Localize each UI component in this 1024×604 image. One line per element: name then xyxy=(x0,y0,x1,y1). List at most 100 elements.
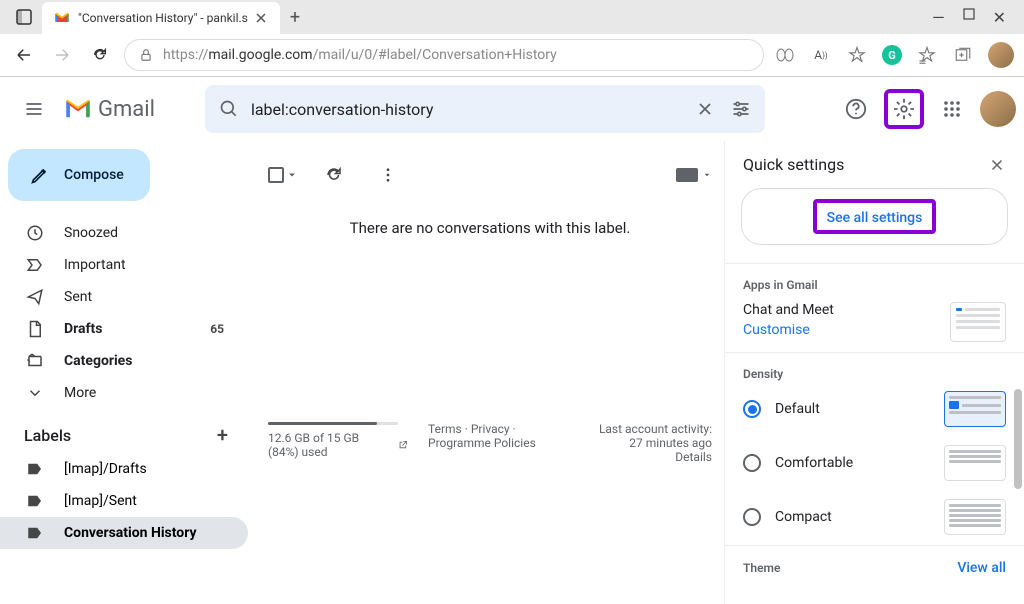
quick-settings-panel: Quick settings See all settings Apps in … xyxy=(724,141,1024,604)
compose-button[interactable]: Compose xyxy=(8,149,150,201)
density-section-title: Density xyxy=(743,367,1006,381)
close-window-icon[interactable]: ✕ xyxy=(993,8,1006,27)
collections-icon[interactable] xyxy=(952,44,974,66)
refresh-button[interactable] xyxy=(86,41,114,69)
window-controls: — ✕ xyxy=(932,8,1018,27)
density-default[interactable]: Default xyxy=(743,391,1006,427)
mail-toolbar xyxy=(260,153,720,205)
gmail-logo-icon xyxy=(64,98,92,120)
keyboard-icon xyxy=(676,168,698,182)
sidebar-toggle-icon[interactable] xyxy=(14,7,34,27)
browser-tab[interactable]: "Conversation History" - pankil.s xyxy=(42,2,280,34)
see-all-settings-button[interactable]: See all settings xyxy=(741,188,1008,245)
quick-settings-header: Quick settings xyxy=(725,155,1024,188)
quick-settings-title: Quick settings xyxy=(743,155,844,174)
address-bar: https://mail.google.com/mail/u/0/#label/… xyxy=(0,34,1024,76)
gmail-body: Compose Snoozed Important Sent Drafts xyxy=(0,141,1024,604)
account-avatar[interactable] xyxy=(980,91,1016,127)
nav-categories[interactable]: Categories xyxy=(0,345,248,377)
view-all-themes-link[interactable]: View all xyxy=(957,560,1006,576)
drafts-icon xyxy=(26,320,46,338)
empty-state-message: There are no conversations with this lab… xyxy=(260,205,720,277)
chat-meet-label: Chat and Meet xyxy=(743,302,834,318)
select-all-checkbox[interactable] xyxy=(268,167,298,183)
tab-title: "Conversation History" - pankil.s xyxy=(78,11,248,25)
main-content: There are no conversations with this lab… xyxy=(248,141,724,604)
new-tab-button[interactable]: + xyxy=(290,7,300,28)
nav-sent[interactable]: Sent xyxy=(0,281,248,313)
close-panel-button[interactable] xyxy=(988,156,1006,174)
sent-icon xyxy=(26,288,46,306)
labels-list: [Imap]/Drafts [Imap]/Sent Conversation H… xyxy=(0,453,248,549)
lock-icon xyxy=(139,48,153,62)
important-icon xyxy=(26,256,46,274)
search-bar[interactable] xyxy=(205,85,765,133)
footer: 12.6 GB of 15 GB (84%) used Terms · Priv… xyxy=(260,412,720,464)
settings-button[interactable] xyxy=(884,89,924,129)
label-icon xyxy=(26,492,46,510)
grammarly-icon[interactable]: G xyxy=(882,45,902,65)
radio-icon xyxy=(743,508,761,526)
density-preview xyxy=(944,445,1006,481)
label-imap-drafts[interactable]: [Imap]/Drafts xyxy=(0,453,248,485)
chevron-down-icon xyxy=(26,384,46,402)
scrollbar-thumb[interactable] xyxy=(1014,389,1022,489)
add-label-button[interactable]: + xyxy=(217,423,228,447)
apps-grid-button[interactable] xyxy=(932,89,972,129)
help-button[interactable] xyxy=(836,89,876,129)
nav-drafts[interactable]: Drafts 65 xyxy=(0,313,248,345)
favorites-list-icon[interactable] xyxy=(916,44,938,66)
more-actions-button[interactable] xyxy=(370,157,406,193)
storage-info[interactable]: 12.6 GB of 15 GB (84%) used xyxy=(268,422,408,464)
categories-icon xyxy=(26,352,46,370)
forward-button xyxy=(48,41,76,69)
apps-section: Apps in Gmail Chat and Meet Customise xyxy=(725,263,1024,352)
label-conversation-history[interactable]: Conversation History xyxy=(0,517,248,549)
maximize-icon[interactable] xyxy=(963,8,975,20)
nav-snoozed[interactable]: Snoozed xyxy=(0,217,248,249)
search-options-icon[interactable] xyxy=(731,99,751,119)
density-compact[interactable]: Compact xyxy=(743,499,1006,535)
labels-title: Labels xyxy=(24,426,71,445)
search-input[interactable] xyxy=(251,100,687,119)
customise-link[interactable]: Customise xyxy=(743,322,834,338)
input-tools[interactable] xyxy=(676,168,712,182)
gmail-logo[interactable]: Gmail xyxy=(64,97,155,122)
read-aloud-icon[interactable]: A)) xyxy=(810,44,832,66)
apps-section-title: Apps in Gmail xyxy=(743,278,1006,292)
tab-close-icon[interactable] xyxy=(254,11,268,25)
minimize-icon[interactable]: — xyxy=(932,8,945,27)
nav-important[interactable]: Important xyxy=(0,249,248,281)
density-comfortable[interactable]: Comfortable xyxy=(743,445,1006,481)
back-button[interactable] xyxy=(10,41,38,69)
activity-info[interactable]: Last account activity: 27 minutes ago De… xyxy=(599,422,712,464)
policies-links[interactable]: Terms · Privacy · Programme Policies xyxy=(428,422,579,464)
pencil-icon xyxy=(30,165,50,185)
labels-header: Labels + xyxy=(0,409,248,453)
nav-list: Snoozed Important Sent Drafts 65 C xyxy=(0,217,248,409)
compose-label: Compose xyxy=(64,167,124,183)
theme-section-title: Theme xyxy=(743,561,780,575)
label-imap-sent[interactable]: [Imap]/Sent xyxy=(0,485,248,517)
browser-chrome: "Conversation History" - pankil.s + — ✕ … xyxy=(0,0,1024,77)
label-icon xyxy=(26,524,46,542)
tabs-bar: "Conversation History" - pankil.s + — ✕ xyxy=(0,0,1024,34)
theme-section: Theme View all xyxy=(725,545,1024,586)
chevron-down-icon[interactable] xyxy=(286,169,298,181)
url-field[interactable]: https://mail.google.com/mail/u/0/#label/… xyxy=(124,39,764,71)
density-preview xyxy=(944,499,1006,535)
density-section: Density Default Comfortable xyxy=(725,352,1024,545)
address-bar-icons: A)) + G xyxy=(774,42,1014,68)
search-icon[interactable] xyxy=(219,99,239,119)
main-menu-button[interactable] xyxy=(14,89,54,129)
nav-more[interactable]: More xyxy=(0,377,248,409)
gmail-favicon-icon xyxy=(54,10,70,26)
extension-icon[interactable] xyxy=(774,44,796,66)
gmail-header: Gmail xyxy=(0,77,1024,141)
browser-profile-avatar[interactable] xyxy=(988,42,1014,68)
favorite-icon[interactable]: + xyxy=(846,44,868,66)
clear-search-icon[interactable] xyxy=(695,99,715,119)
refresh-mail-button[interactable] xyxy=(316,157,352,193)
header-right xyxy=(836,89,1016,129)
clock-icon xyxy=(26,224,46,242)
